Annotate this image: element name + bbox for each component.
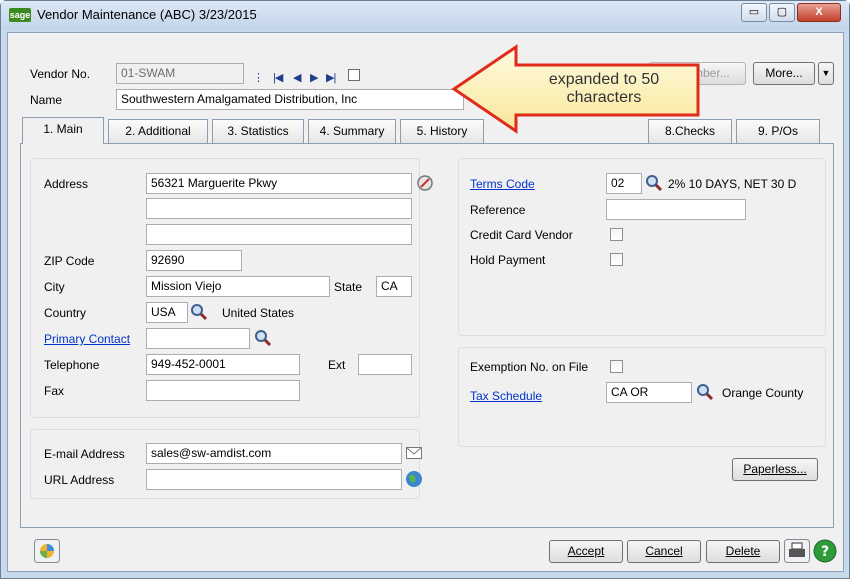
tab-additional-label: 2. Additional [125, 124, 191, 138]
sage-logo-icon: sage [9, 8, 31, 22]
tab-statistics[interactable]: 3. Statistics [212, 119, 304, 143]
tax-schedule-description: Orange County [722, 386, 804, 400]
previous-record-icon[interactable]: ◀ [293, 71, 302, 84]
url-field[interactable] [146, 469, 402, 490]
window-title: Vendor Maintenance (ABC) 3/23/2015 [37, 7, 257, 22]
email-icon[interactable] [406, 447, 422, 459]
delete-button[interactable]: Delete [706, 540, 780, 563]
address-line3-field[interactable] [146, 224, 412, 245]
cancel-button[interactable]: Cancel [627, 540, 701, 563]
hold-payment-checkbox[interactable] [610, 253, 623, 266]
tax-schedule-field[interactable]: CA OR [606, 382, 692, 403]
calendar-icon[interactable] [348, 69, 360, 81]
tax-schedule-link[interactable]: Tax Schedule [470, 389, 542, 403]
contact-search-icon[interactable] [254, 329, 272, 347]
minimize-button[interactable]: ▭ [741, 3, 767, 22]
country-label: Country [44, 306, 87, 320]
vendor-no-field[interactable]: 01-SWAM [116, 63, 244, 84]
print-icon[interactable] [784, 539, 810, 563]
globe-icon[interactable] [405, 470, 423, 488]
search-vendor-icon[interactable]: ⋮ [253, 71, 264, 84]
primary-contact-link[interactable]: Primary Contact [44, 332, 130, 346]
zip-label: ZIP Code [44, 254, 95, 268]
next-record-icon[interactable]: ▶ [310, 71, 319, 84]
exemption-label: Exemption No. on File [470, 360, 589, 374]
name-label: Name [30, 93, 63, 107]
tab-summary-label: 4. Summary [319, 124, 385, 138]
state-field[interactable]: CA [376, 276, 412, 297]
credit-card-vendor-label: Credit Card Vendor [470, 228, 573, 242]
svg-text:?: ? [821, 544, 829, 560]
primary-contact-field[interactable] [146, 328, 250, 349]
address-label: Address [44, 177, 89, 191]
vendor-no-label: Vendor No. [30, 67, 91, 81]
more-dropdown-icon[interactable]: ▼ [818, 62, 834, 85]
tax-search-icon[interactable] [696, 383, 714, 401]
ext-field[interactable] [358, 354, 412, 375]
email-field[interactable]: sales@sw-amdist.com [146, 443, 402, 464]
tab-additional[interactable]: 2. Additional [108, 119, 208, 143]
map-icon[interactable] [416, 174, 434, 192]
reference-field[interactable] [606, 199, 746, 220]
telephone-label: Telephone [44, 358, 100, 372]
paperless-button-label: Paperless... [743, 462, 807, 476]
fax-label: Fax [44, 384, 65, 398]
delete-button-label: Delete [725, 544, 761, 558]
vendor-maintenance-window: sage Vendor Maintenance (ABC) 3/23/2015 … [0, 0, 850, 579]
address-line1-field[interactable]: 56321 Marguerite Pkwy [146, 173, 412, 194]
help-icon[interactable]: ? [813, 539, 837, 563]
country-code-field[interactable]: USA [146, 302, 188, 323]
tab-pos[interactable]: 9. P/Os [736, 119, 820, 143]
maximize-button[interactable]: ▢ [769, 3, 795, 22]
terms-description: 2% 10 DAYS, NET 30 D [668, 177, 797, 191]
last-record-icon[interactable]: ▶| [326, 71, 336, 84]
exemption-checkbox[interactable] [610, 360, 623, 373]
city-field[interactable]: Mission Viejo [146, 276, 330, 297]
city-label: City [44, 280, 65, 294]
tab-statistics-label: 3. Statistics [227, 124, 289, 138]
email-label: E-mail Address [44, 447, 125, 461]
country-search-icon[interactable] [190, 303, 208, 321]
reference-label: Reference [470, 203, 526, 217]
terms-code-link[interactable]: Terms Code [470, 177, 535, 191]
tab-summary[interactable]: 4. Summary [308, 119, 396, 143]
zip-field[interactable]: 92690 [146, 250, 242, 271]
callout-text: expanded to 50 characters [548, 71, 660, 106]
name-field[interactable]: Southwestern Amalgamated Distribution, I… [116, 89, 464, 110]
terms-search-icon[interactable] [645, 174, 663, 192]
hold-payment-label: Hold Payment [470, 253, 546, 267]
credit-card-vendor-checkbox[interactable] [610, 228, 623, 241]
state-label: State [334, 280, 363, 294]
cancel-button-label: Cancel [645, 544, 683, 558]
tab-main-label: 1. Main [43, 122, 83, 136]
accept-button-label: Accept [567, 544, 605, 558]
fax-field[interactable] [146, 380, 300, 401]
address-line2-field[interactable] [146, 198, 412, 219]
url-label: URL Address [44, 473, 115, 487]
first-record-icon[interactable]: |◀ [273, 71, 283, 84]
accept-button[interactable]: Accept [549, 540, 623, 563]
country-name: United States [222, 306, 295, 320]
start-menu-icon[interactable] [34, 539, 60, 563]
tab-pos-label: 9. P/Os [757, 124, 798, 138]
ext-label: Ext [328, 358, 346, 372]
close-button[interactable]: X [797, 3, 841, 22]
more-button[interactable]: More... [753, 62, 815, 85]
paperless-button[interactable]: Paperless... [732, 458, 818, 481]
telephone-field[interactable]: 949-452-0001 [146, 354, 300, 375]
tab-main[interactable]: 1. Main [22, 117, 104, 144]
client-area: Vendor No. 01-SWAM ⋮ |◀ ◀ ▶ ▶| Name Sout… [7, 32, 844, 572]
terms-code-field[interactable]: 02 [606, 173, 642, 194]
title-bar: sage Vendor Maintenance (ABC) 3/23/2015 … [1, 1, 849, 29]
